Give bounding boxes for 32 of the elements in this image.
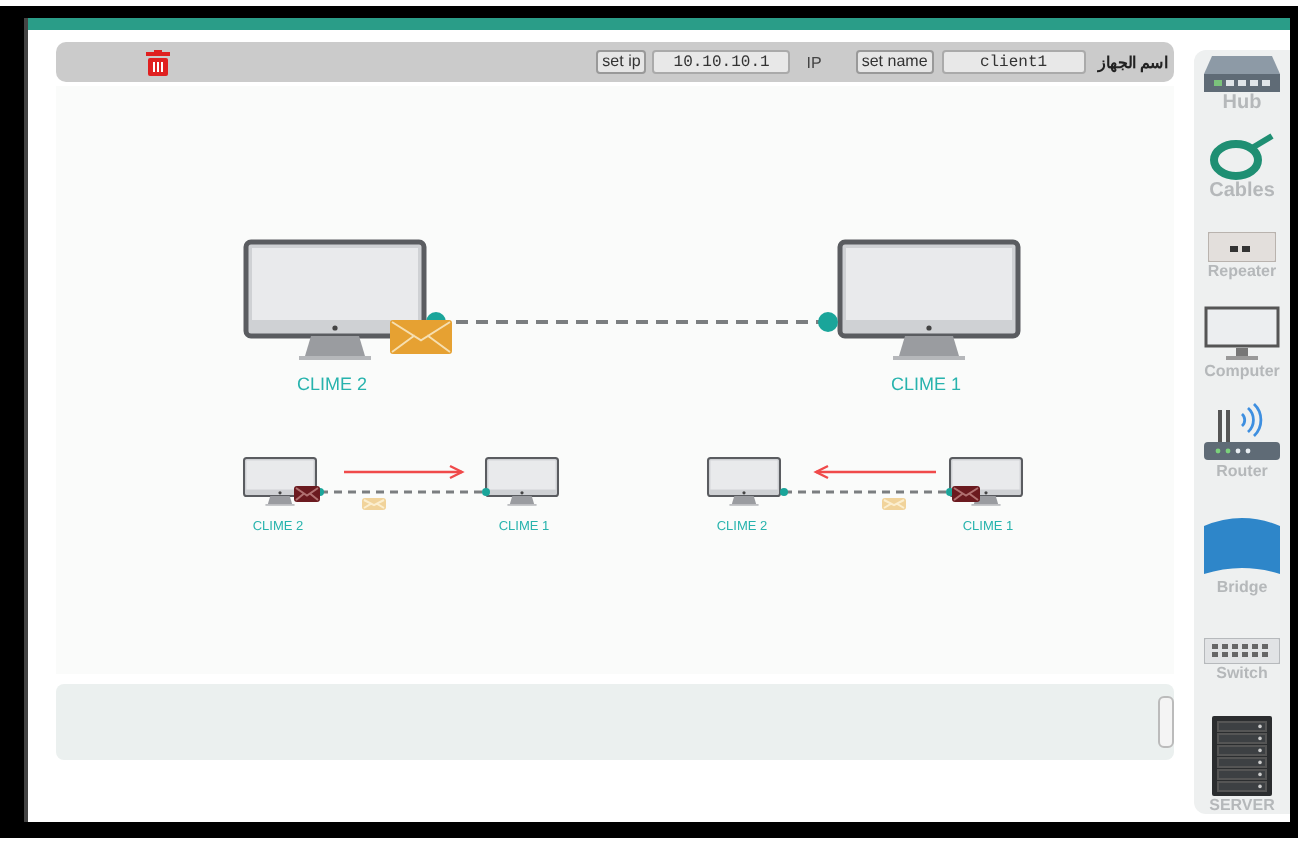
server-icon: [1211, 716, 1272, 796]
tool-label[interactable]: Cables: [1209, 180, 1275, 204]
tool-label[interactable]: Hub: [1222, 92, 1262, 116]
arrow: [813, 464, 936, 480]
tool-label[interactable]: Computer: [1204, 362, 1280, 382]
name-field[interactable]: client1: [941, 50, 1086, 74]
tool-label[interactable]: Router: [1216, 462, 1268, 482]
trash-icon[interactable]: [146, 49, 170, 75]
tool-label[interactable]: Bridge: [1216, 578, 1268, 598]
bridge-icon: [1204, 518, 1280, 578]
computer-node: [243, 457, 317, 506]
ip-field[interactable]: 10.10.10.1: [652, 50, 791, 74]
set-ip-button[interactable]: set ip: [596, 50, 647, 74]
arrow: [344, 464, 465, 480]
tool-label[interactable]: SERVER: [1209, 796, 1275, 816]
repeater-icon: [1208, 232, 1276, 262]
set-name-button[interactable]: set name: [855, 50, 934, 74]
node-label: CLIME 2: [297, 374, 367, 394]
cable-icon: [1208, 132, 1276, 180]
envelope-icon: [362, 498, 386, 510]
ip-label: IP: [806, 53, 822, 71]
envelope-icon: [882, 498, 906, 510]
hub-icon: [1204, 56, 1280, 92]
scroll-handle[interactable]: [1158, 696, 1174, 748]
tool-label[interactable]: Switch: [1216, 664, 1268, 684]
tool-label[interactable]: Repeater: [1207, 262, 1277, 282]
node-label: CLIME 1: [891, 374, 961, 394]
router-icon: [1204, 402, 1280, 462]
device-name-label: اسم الجهاز: [1097, 53, 1168, 71]
computer-node: [949, 457, 1023, 506]
computer-icon: [1204, 306, 1280, 362]
switch-icon: [1204, 638, 1280, 664]
